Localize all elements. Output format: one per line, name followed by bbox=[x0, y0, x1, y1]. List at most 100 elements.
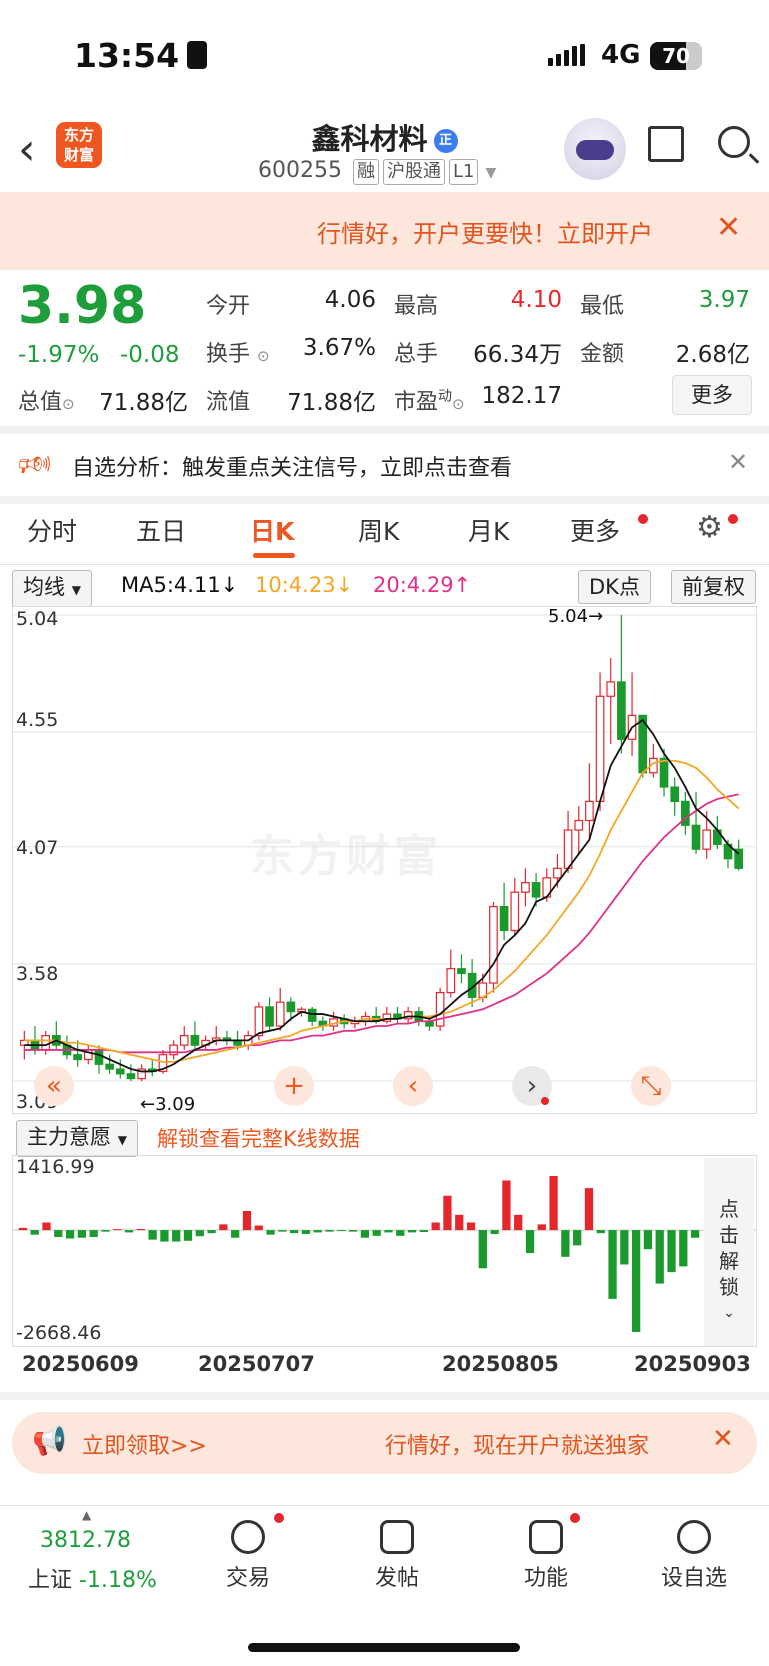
tab-more[interactable]: 更多 bbox=[570, 512, 620, 548]
indicator-bar bbox=[525, 1230, 535, 1254]
candle-body bbox=[563, 829, 573, 869]
candle-body bbox=[265, 1006, 274, 1027]
tab-daily-k[interactable]: 日K bbox=[250, 512, 294, 548]
info-icon[interactable]: ⊙ bbox=[452, 395, 465, 413]
candle-body bbox=[179, 1034, 189, 1046]
x-date-label: 20250707 bbox=[198, 1352, 315, 1376]
candle-body bbox=[307, 1008, 317, 1022]
indicator-bar bbox=[443, 1195, 452, 1231]
change-value: -0.08 bbox=[120, 342, 180, 368]
unlock-panel[interactable]: 点 击 解 锁 ⌄ bbox=[704, 1158, 754, 1346]
index-value[interactable]: 3812.78 bbox=[40, 1528, 131, 1553]
volume-value: 66.34万 bbox=[473, 342, 562, 368]
indicator-bar bbox=[690, 1230, 700, 1238]
candle-body bbox=[126, 1073, 136, 1080]
indicator-chart bbox=[12, 1155, 757, 1347]
rewind-button[interactable]: « bbox=[34, 1066, 74, 1106]
indicator-bar bbox=[372, 1230, 381, 1236]
high-label: 最高 bbox=[394, 294, 439, 319]
indicator-bar bbox=[195, 1230, 204, 1237]
indicator-bar bbox=[183, 1230, 193, 1241]
candle-body bbox=[254, 1006, 264, 1037]
candle-body bbox=[510, 891, 520, 932]
indicator-bar bbox=[101, 1230, 110, 1232]
tab-monthly-k[interactable]: 月K bbox=[468, 512, 509, 548]
divider bbox=[0, 496, 769, 504]
ma-select[interactable]: 均线 ▼ bbox=[12, 570, 92, 607]
share-icon[interactable] bbox=[648, 126, 684, 162]
notification-dot bbox=[274, 1513, 284, 1523]
indicator-bar bbox=[667, 1230, 676, 1273]
amount-label: 金额 bbox=[580, 342, 625, 367]
close-icon[interactable]: ✕ bbox=[728, 448, 748, 476]
dk-point-button[interactable]: DK点 bbox=[578, 570, 651, 604]
indicator-bar bbox=[325, 1230, 334, 1232]
indicator-select[interactable]: 主力意愿 ▼ bbox=[16, 1120, 138, 1157]
nav-function[interactable]: 功能 bbox=[506, 1512, 586, 1592]
close-icon[interactable]: ✕ bbox=[712, 1424, 734, 1454]
indicator-bar bbox=[18, 1227, 28, 1231]
indicator-bar bbox=[632, 1230, 641, 1332]
indicator-bar bbox=[407, 1230, 417, 1233]
divider bbox=[0, 564, 769, 565]
x-date-label: 20250609 bbox=[22, 1352, 139, 1376]
promo-banner-bottom[interactable]: 📢 立即领取>> 行情好，现在开户就送独家 ✕ bbox=[12, 1412, 757, 1474]
indicator-bar bbox=[384, 1230, 393, 1233]
candle-body bbox=[115, 1068, 125, 1075]
prev-button[interactable]: ‹ bbox=[393, 1066, 433, 1106]
pe-label: 市盈动⊙ bbox=[394, 388, 465, 415]
trade-icon bbox=[231, 1520, 265, 1554]
tab-weekly-k[interactable]: 周K bbox=[358, 512, 399, 548]
status-time: 13:54 bbox=[74, 36, 208, 75]
fullscreen-button[interactable]: ⤡ bbox=[631, 1066, 671, 1106]
tag-level: L1 bbox=[448, 159, 479, 185]
stock-code-row[interactable]: 600255 融沪股通 L1 ▼ bbox=[258, 158, 496, 185]
candle-body bbox=[531, 882, 541, 898]
adjust-button[interactable]: 前复权 bbox=[671, 570, 756, 604]
indicator-bar bbox=[231, 1230, 240, 1238]
nav-post[interactable]: 发帖 bbox=[357, 1512, 437, 1592]
indicator-bar bbox=[478, 1230, 487, 1269]
candle-body bbox=[489, 905, 498, 984]
chevron-up-icon[interactable]: ▲ bbox=[82, 1508, 91, 1522]
indicator-bar bbox=[266, 1230, 275, 1235]
candle-body bbox=[457, 968, 466, 975]
ma20-label: 20:4.29↑ bbox=[373, 573, 472, 597]
ma5-label: MA5:4.11↓ bbox=[121, 573, 239, 597]
index-name[interactable]: 上证 -1.18% bbox=[28, 1562, 157, 1594]
divider bbox=[0, 426, 769, 434]
claim-link[interactable]: 立即领取>> bbox=[82, 1428, 207, 1460]
nav-trade[interactable]: 交易 bbox=[208, 1512, 288, 1592]
close-icon[interactable]: ✕ bbox=[716, 210, 741, 245]
unlock-kline-link[interactable]: 解锁查看完整K线数据 bbox=[157, 1123, 360, 1153]
tab-five-day[interactable]: 五日 bbox=[136, 512, 186, 548]
candle-body bbox=[702, 829, 712, 850]
candle-body bbox=[41, 1034, 50, 1051]
indicator-bar bbox=[124, 1230, 134, 1233]
signal-icon bbox=[548, 44, 588, 66]
indicator-bar bbox=[301, 1230, 311, 1234]
candle-body bbox=[286, 1001, 296, 1013]
notification-dot bbox=[570, 1513, 580, 1523]
more-button[interactable]: 更多 bbox=[672, 375, 752, 415]
indicator-bar bbox=[643, 1230, 653, 1250]
assistant-robot-icon[interactable] bbox=[564, 118, 626, 180]
candle-body bbox=[585, 800, 594, 822]
low-value: 3.97 bbox=[698, 287, 750, 313]
tab-intraday[interactable]: 分时 bbox=[27, 512, 77, 548]
nav-add-watch[interactable]: 设自选 bbox=[654, 1512, 734, 1592]
candle-body bbox=[521, 882, 530, 893]
settings-gear-icon[interactable]: ⚙ bbox=[696, 510, 723, 545]
search-icon[interactable] bbox=[718, 126, 750, 158]
max-price-marker: 5.04→ bbox=[548, 606, 604, 627]
info-icon[interactable]: ⊙ bbox=[257, 347, 270, 365]
dropdown-arrow-icon: ▼ bbox=[71, 583, 81, 597]
min-price-marker: ←3.09 bbox=[140, 1094, 196, 1115]
indicator-bar bbox=[396, 1230, 405, 1236]
zoom-in-button[interactable]: + bbox=[274, 1066, 314, 1106]
promo-banner-top[interactable]: 行情好，开户更要快！立即开户 ✕ bbox=[0, 192, 769, 270]
candle-body bbox=[617, 681, 626, 740]
info-icon[interactable]: ⊙ bbox=[62, 395, 75, 413]
analysis-text[interactable]: 自选分析：触发重点关注信号，立即点击查看 bbox=[72, 450, 512, 482]
indicator-bar bbox=[360, 1230, 370, 1238]
